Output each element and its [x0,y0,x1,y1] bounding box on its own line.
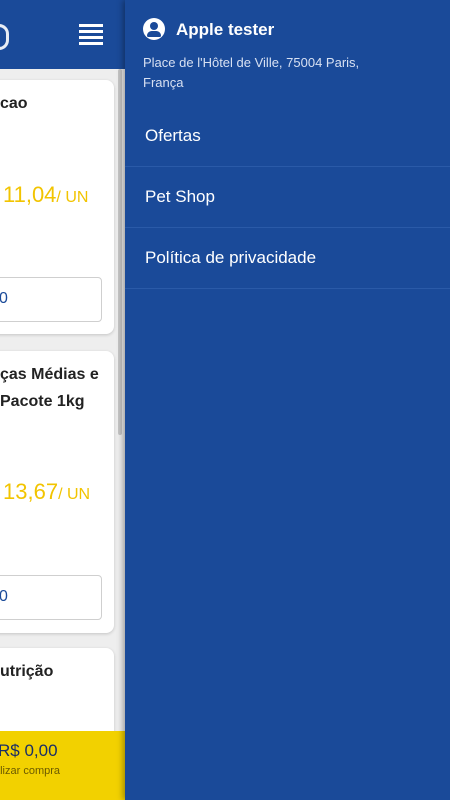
menu-item-label: Pet Shop [145,187,215,206]
price-unit: / UN [58,486,91,503]
menu-item-ofertas[interactable]: Ofertas [125,106,450,167]
cart-hint: alizar compra [0,765,61,777]
product-title: cao [0,95,28,112]
user-name: Apple tester [176,20,275,39]
price-value: 11,04 [3,182,57,207]
product-card[interactable]: cao 11,04/ UN 0 [0,80,114,334]
scrollbar[interactable] [118,69,122,435]
product-title: ças Médias e [0,366,99,383]
menu-item-label: Política de privacidade [145,248,317,267]
product-title: utrição [0,663,54,680]
user-address: Place de l'Hôtel de Ville, 75004 Paris, … [143,55,360,90]
quantity-value: 0 [0,588,8,605]
price-unit: / UN [56,189,89,206]
product-list-screen: cao 11,04/ UN 0 ças Médias e Pacote 1kg … [0,0,125,800]
cart-total: R$ 0,00 [0,741,58,760]
quantity-field[interactable]: 0 [0,575,102,620]
hamburger-icon[interactable] [79,24,103,46]
quantity-value: 0 [0,290,8,307]
price-value: 13,67 [3,479,59,504]
menu-item-pet-shop[interactable]: Pet Shop [125,167,450,228]
app-bar [0,0,125,69]
product-price: 13,67/ UN [3,479,90,505]
menu-item-privacy-policy[interactable]: Política de privacidade [125,228,450,289]
quantity-field[interactable]: 0 [0,277,102,322]
navigation-drawer: Apple tester Place de l'Hôtel de Ville, … [125,0,450,800]
product-card[interactable]: ças Médias e Pacote 1kg 13,67/ UN 0 [0,351,114,633]
menu-item-label: Ofertas [145,126,201,145]
cart-bar[interactable]: R$ 0,00 alizar compra [0,731,125,800]
product-title-line2: Pacote 1kg [0,393,85,410]
product-price: 11,04/ UN [3,182,88,208]
account-circle-icon [143,18,165,40]
drawer-menu: Ofertas Pet Shop Política de privacidade [125,106,450,289]
logo-fragment [0,24,9,50]
